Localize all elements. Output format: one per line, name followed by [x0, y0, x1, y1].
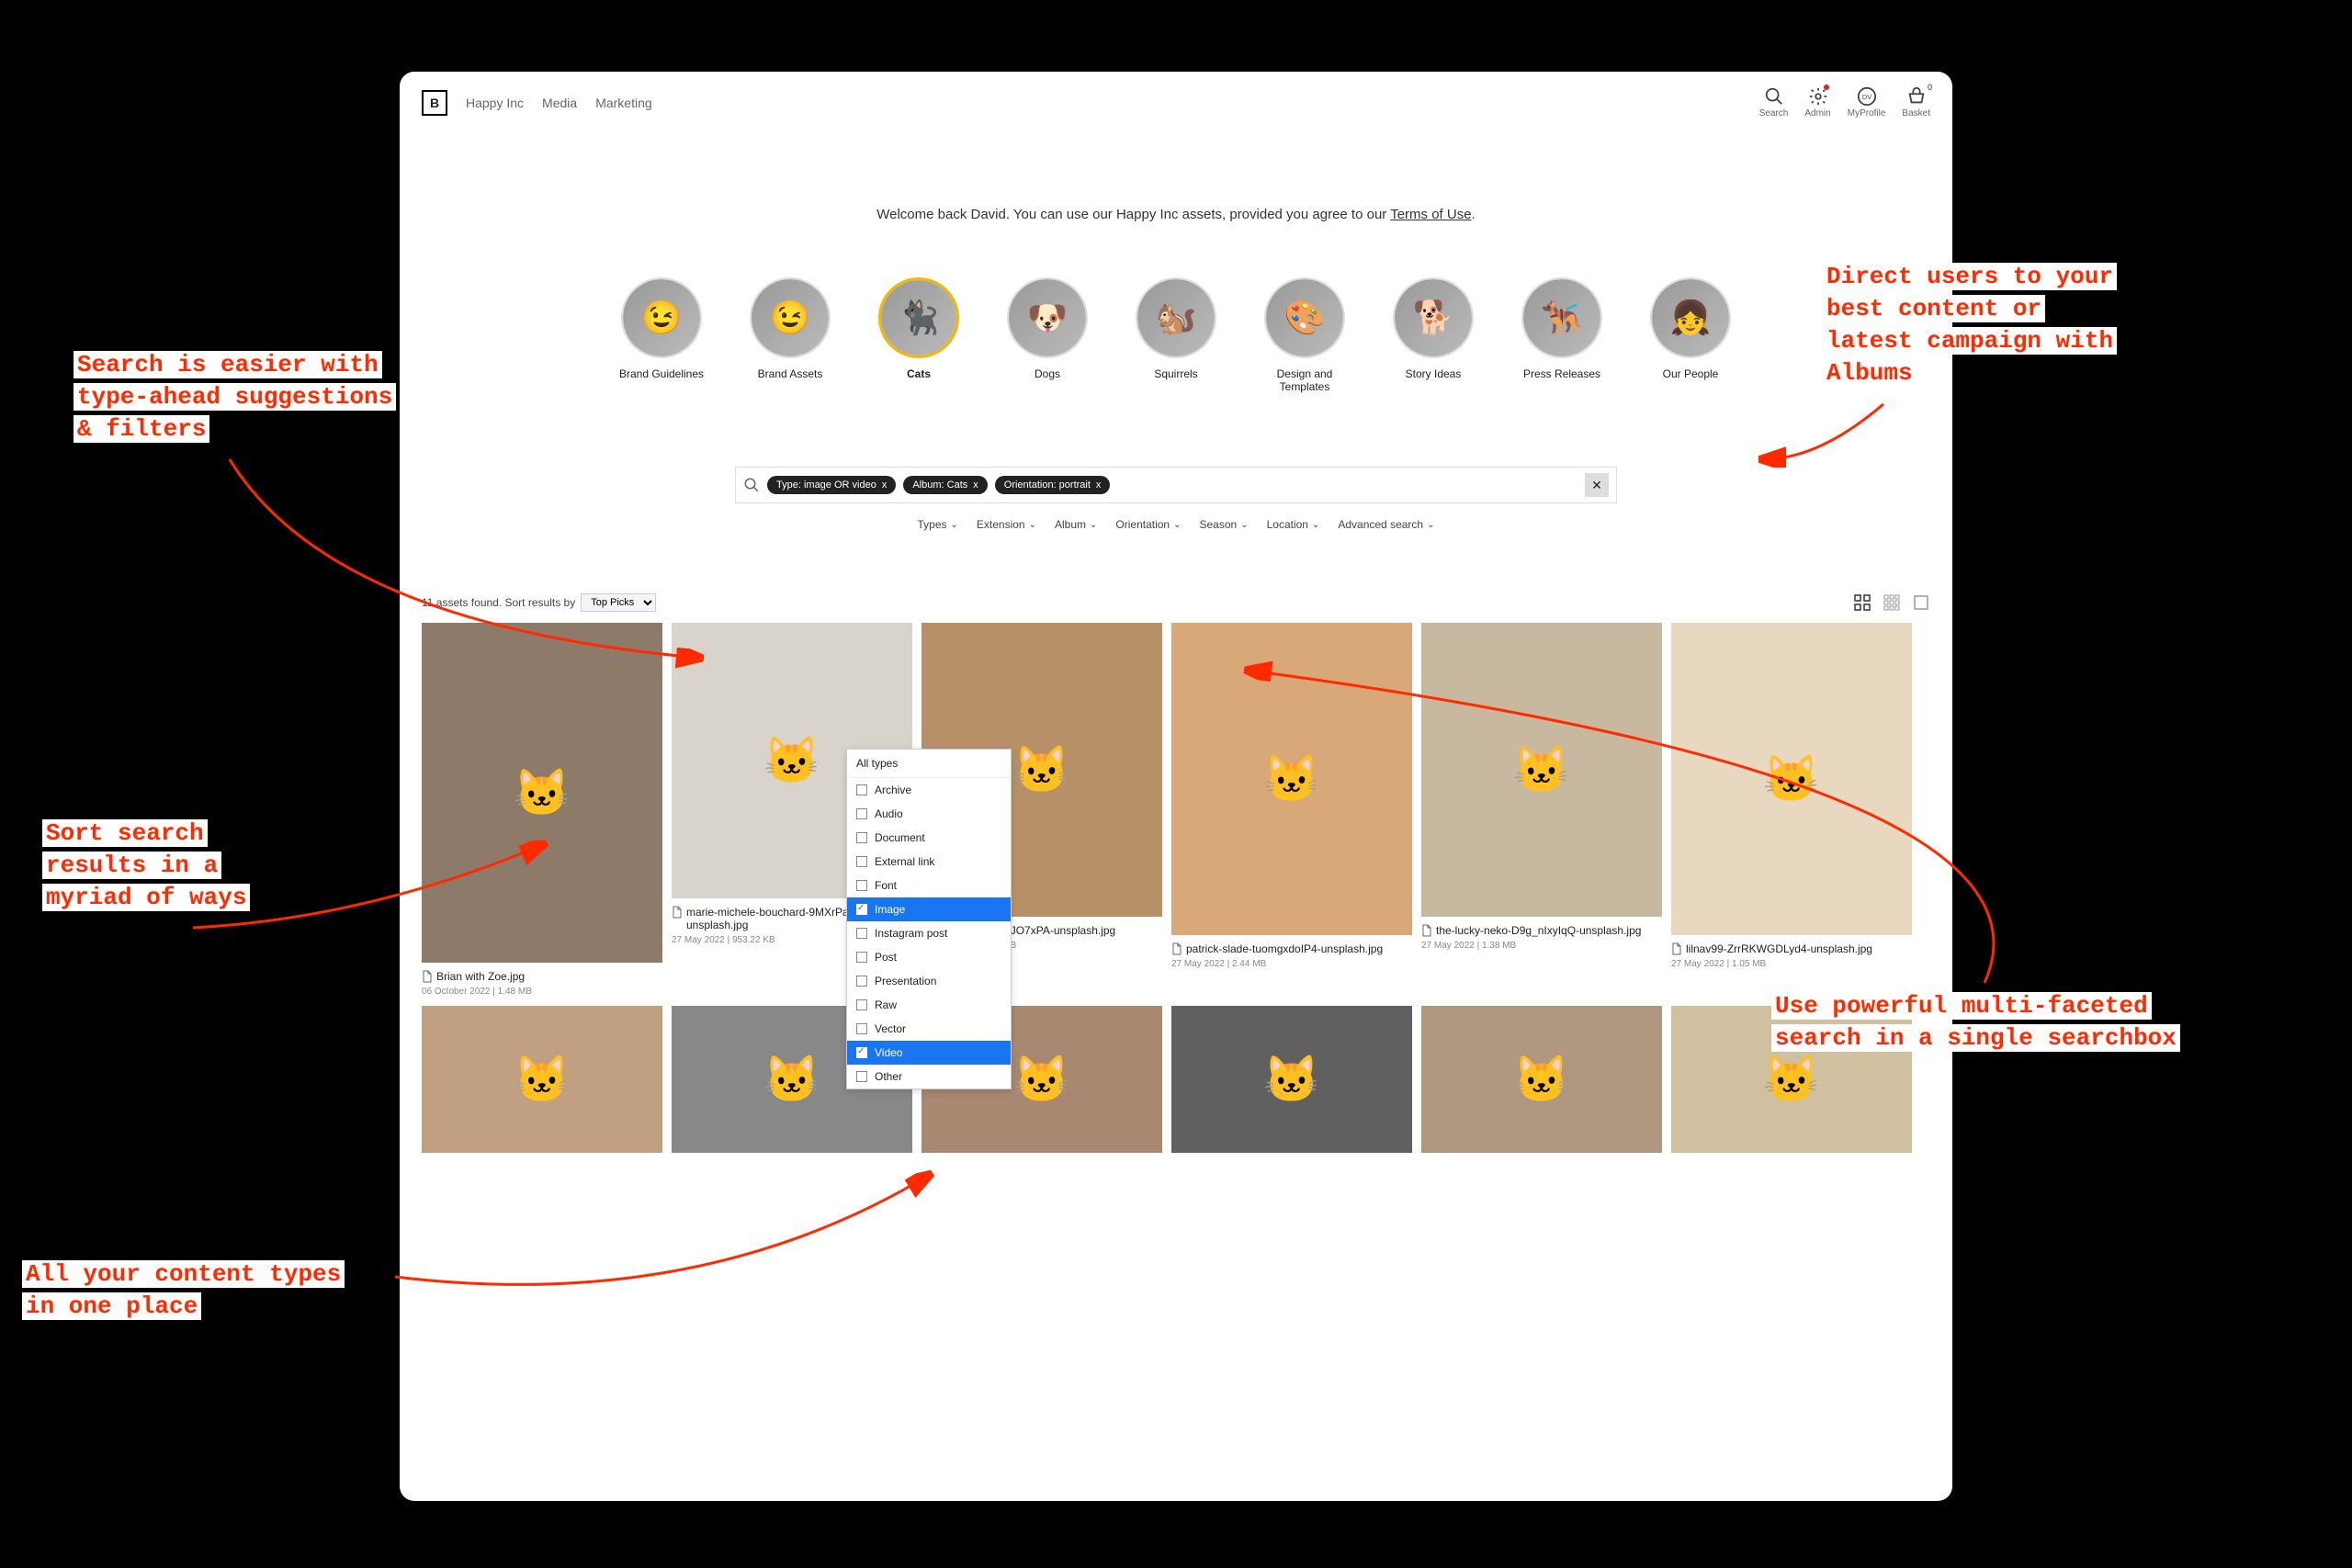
annotation-content-types: All your content typesin one place	[22, 1258, 345, 1323]
annotation-search: Search is easier withtype-ahead suggesti…	[74, 349, 396, 446]
annotation-multifacet: Use powerful multi-facetedsearch in a si…	[1771, 990, 2180, 1055]
annotation-arrows	[0, 0, 2352, 1568]
annotation-albums: Direct users to yourbest content orlates…	[1823, 261, 2117, 389]
annotation-sort: Sort searchresults in amyriad of ways	[42, 818, 250, 914]
